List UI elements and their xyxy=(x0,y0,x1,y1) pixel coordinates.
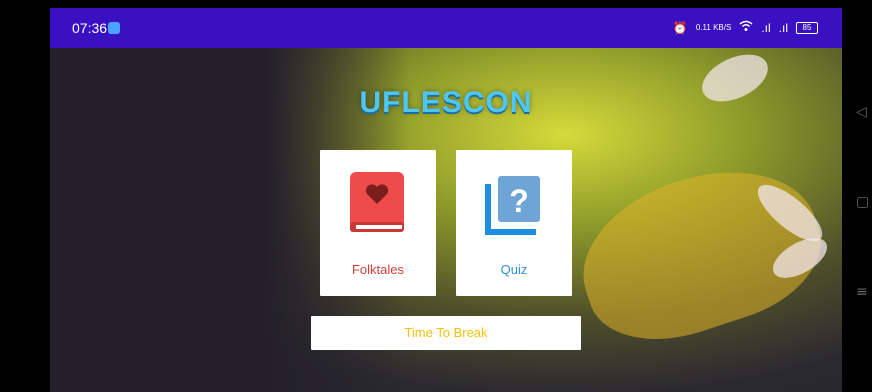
phone-screen: 07:36 ⏰ 0.11 KB/S .ıl .ıl 85 UFLESCON Fo… xyxy=(50,8,842,392)
navigation-bar: ◁ ▢ ≡ xyxy=(842,8,872,392)
quiz-button[interactable]: ? Quiz xyxy=(456,150,572,296)
signal-icon-1: .ıl xyxy=(761,20,771,35)
book-heart-icon xyxy=(350,172,404,232)
app-title: UFLESCON xyxy=(359,86,533,119)
back-triangle-icon[interactable]: ◁ xyxy=(856,104,867,120)
status-icons: ⏰ 0.11 KB/S .ıl .ıl 85 xyxy=(673,20,818,35)
battery-icon: 85 xyxy=(796,21,818,34)
quiz-label: Quiz xyxy=(500,262,528,277)
folktales-button[interactable]: Folktales xyxy=(320,150,436,296)
question-card-icon: ? xyxy=(485,176,540,235)
main-content: UFLESCON Folktales ? Quiz Time To Break xyxy=(50,48,842,392)
svg-text:?: ? xyxy=(509,183,529,219)
status-bar: 07:36 ⏰ 0.11 KB/S .ıl .ıl 85 xyxy=(50,8,842,48)
network-speed: 0.11 KB/S xyxy=(695,23,732,32)
home-square-icon[interactable]: ▢ xyxy=(856,194,869,210)
status-time: 07:36 xyxy=(72,20,108,36)
notification-app-icon xyxy=(108,22,120,34)
wifi-icon xyxy=(739,20,753,35)
signal-icon-2: .ıl xyxy=(778,20,788,35)
menu-icon[interactable]: ≡ xyxy=(856,284,868,300)
time-to-break-button[interactable]: Time To Break xyxy=(311,316,581,350)
alarm-icon: ⏰ xyxy=(672,20,688,35)
folktales-label: Folktales xyxy=(351,262,405,277)
